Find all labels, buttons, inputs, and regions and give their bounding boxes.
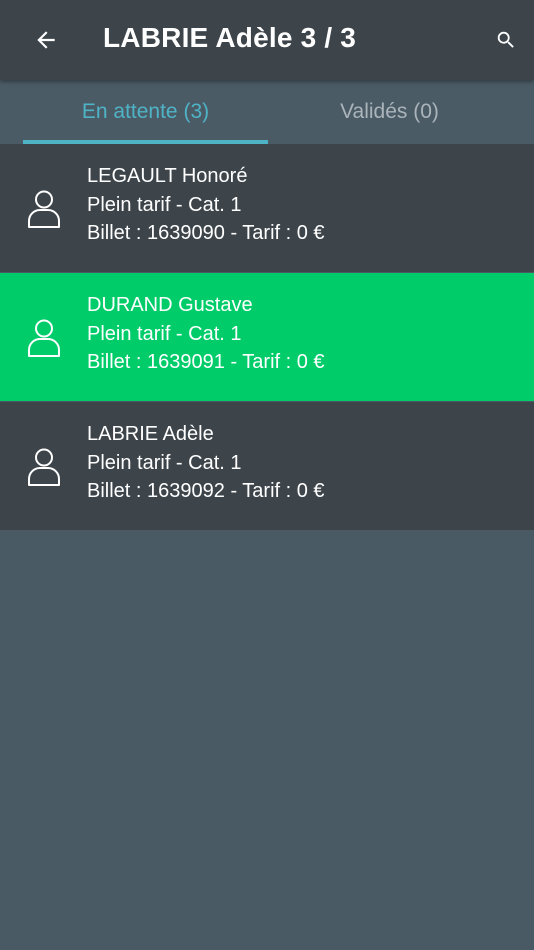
search-button[interactable] [486, 20, 526, 60]
passenger-tariff: Plein tarif - Cat. 1 [87, 194, 242, 216]
passenger-list: LEGAULT Honoré Plein tarif - Cat. 1 Bill… [0, 144, 534, 531]
app-screen: LABRIE Adèle 3 / 3 En attente (3) Validé… [0, 0, 534, 950]
page-title: LABRIE Adèle 3 / 3 [103, 22, 357, 53]
passenger-ticket: Billet : 1639091 - Tarif : 0 € [87, 351, 325, 373]
passenger-name: DURAND Gustave [87, 294, 253, 316]
passenger-tariff: Plein tarif - Cat. 1 [87, 323, 242, 345]
passenger-row-selected[interactable]: DURAND Gustave Plein tarif - Cat. 1 Bill… [0, 273, 534, 402]
passenger-row[interactable]: LABRIE Adèle Plein tarif - Cat. 1 Billet… [0, 402, 534, 531]
passenger-ticket: Billet : 1639092 - Tarif : 0 € [87, 480, 325, 502]
passenger-name: LEGAULT Honoré [87, 165, 248, 187]
passenger-row[interactable]: LEGAULT Honoré Plein tarif - Cat. 1 Bill… [0, 144, 534, 273]
user-icon [28, 448, 60, 486]
tab-valides[interactable]: Validés (0) [267, 80, 512, 144]
user-icon [28, 190, 60, 228]
back-button[interactable] [22, 16, 70, 64]
arrow-left-icon [37, 31, 55, 49]
passenger-name: LABRIE Adèle [87, 423, 214, 445]
passenger-tariff: Plein tarif - Cat. 1 [87, 452, 242, 474]
toolbar: LABRIE Adèle 3 / 3 [0, 0, 534, 80]
user-icon [28, 319, 60, 357]
tab-en-attente[interactable]: En attente (3) [23, 80, 268, 144]
passenger-ticket: Billet : 1639090 - Tarif : 0 € [87, 222, 325, 244]
search-icon [497, 31, 514, 48]
tab-bar: En attente (3) Validés (0) [0, 80, 534, 144]
